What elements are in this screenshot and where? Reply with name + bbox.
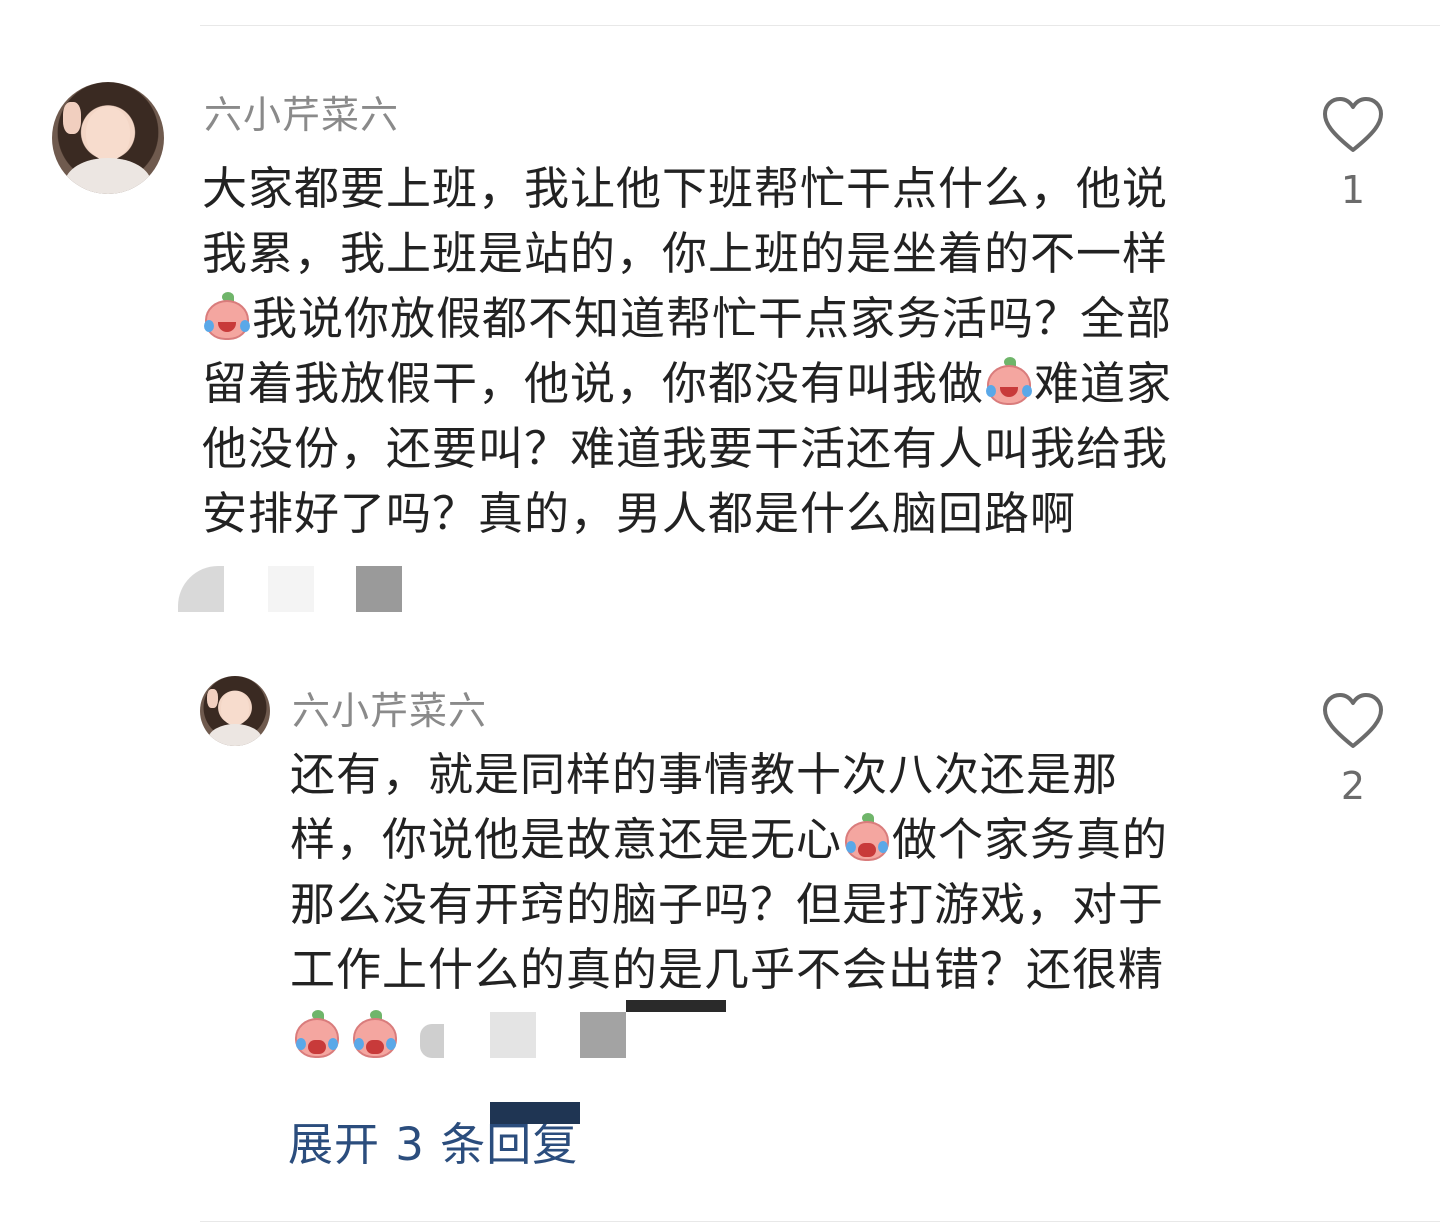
redaction-bar [490, 1102, 580, 1124]
comment-text: 大家都要上班，我让他下班帮忙干点什么，他说 我累，我上班是站的，你上班的是坐着的… [202, 156, 1262, 546]
image-thumbnail[interactable] [356, 566, 402, 612]
image-thumbnail[interactable] [626, 1000, 726, 1012]
like-count: 2 [1340, 764, 1366, 808]
bottom-divider [200, 1221, 1440, 1222]
image-thumbnail[interactable] [580, 1012, 626, 1058]
comment-text-part: 大家都要上班，我让他下班帮忙干点什么，他说 我累，我上班是站的，你上班的是坐着的… [202, 162, 1169, 280]
avatar[interactable] [52, 82, 164, 194]
comment-username[interactable]: 六小芹菜六 [292, 680, 487, 735]
angry-crying-emoji [292, 1010, 342, 1060]
avatar[interactable] [200, 676, 270, 746]
reply-emoji-and-images [292, 1000, 732, 1062]
crying-laughing-emoji [984, 357, 1034, 407]
comment-username[interactable]: 六小芹菜六 [204, 84, 399, 139]
image-thumbnail[interactable] [178, 566, 224, 612]
heart-icon [1323, 693, 1383, 748]
image-thumbnail[interactable] [420, 1024, 444, 1058]
comment-image-strip[interactable] [178, 566, 408, 612]
like-count: 1 [1340, 168, 1366, 212]
top-divider [200, 25, 1440, 26]
angry-crying-emoji [842, 813, 892, 863]
like-button[interactable]: 2 [1318, 692, 1388, 808]
angry-crying-emoji [350, 1010, 400, 1060]
image-thumbnail[interactable] [268, 566, 314, 612]
crying-laughing-emoji [202, 292, 252, 342]
image-thumbnail[interactable] [490, 1012, 536, 1058]
like-button[interactable]: 1 [1318, 96, 1388, 212]
heart-icon [1323, 97, 1383, 152]
comment-text: 还有，就是同样的事情教十次八次还是那 样，你说他是故意还是无心 做个家务真的 那么… [290, 742, 1250, 1002]
